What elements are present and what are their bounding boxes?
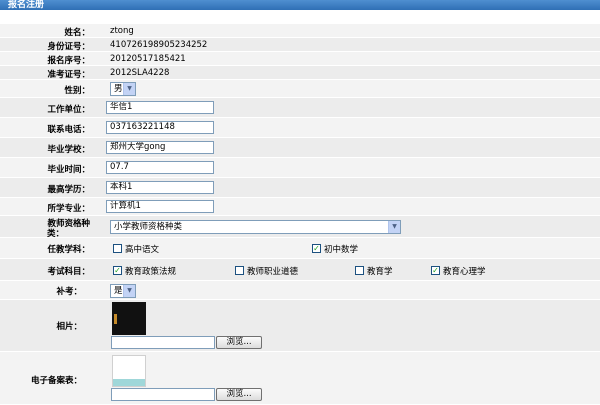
row-cert-type: 教师资格种 类： 小学教师资格种类 ▼ [0, 216, 600, 239]
chevron-down-icon: ▼ [388, 221, 400, 233]
subject-checkbox-0[interactable] [113, 244, 122, 253]
row-name: 姓名： ztong [0, 24, 600, 38]
work-unit-label: 工作单位： [47, 105, 90, 115]
grad-time-label: 毕业时间： [47, 165, 90, 175]
retake-select[interactable]: 是 ▼ [110, 284, 136, 298]
retake-label: 补考： [56, 287, 82, 297]
row-exam-subjects: 考试科目： ✓ 教育政策法规 教师职业道德 教育学 ✓ 教育心理学 [0, 259, 600, 281]
row-record-form: 电子备案表： 浏览... [0, 352, 600, 405]
row-gender: 性别： 男 ▼ [0, 80, 600, 98]
row-id-number: 身份证号： 410726198905234252 [0, 38, 600, 52]
row-subject: 任教学科： 高中语文 ✓ 初中数学 [0, 238, 600, 259]
phone-label: 联系电话： [47, 125, 90, 135]
photo-browse-button[interactable]: 浏览... [216, 336, 262, 349]
major-label: 所学专业： [47, 204, 90, 214]
reg-number-value: 20120517185421 [110, 54, 186, 64]
subject-checkbox-1[interactable]: ✓ [312, 244, 321, 253]
exam-subject-option-label: 教育学 [367, 267, 393, 277]
photo-thumbnail [112, 302, 146, 335]
exam-subject-checkbox-1[interactable] [235, 266, 244, 275]
subject-option-label: 初中数学 [324, 245, 359, 255]
subject-label: 任教学科： [47, 245, 90, 255]
id-number-value: 410726198905234252 [110, 40, 208, 50]
row-work-unit: 工作单位： 华信1 [0, 98, 600, 118]
row-school: 毕业学校： 郑州大学gong [0, 138, 600, 158]
row-exam-number: 准考证号： 2012SLA4228 [0, 66, 600, 80]
exam-subjects-label: 考试科目： [47, 267, 90, 277]
phone-input[interactable]: 037163221148 [106, 121, 214, 134]
education-input[interactable]: 本科1 [106, 181, 214, 194]
exam-subject-checkbox-0[interactable]: ✓ [113, 266, 122, 275]
exam-subject-option-label: 教育政策法规 [125, 267, 177, 277]
id-number-label: 身份证号： [47, 42, 90, 52]
chevron-down-icon: ▼ [123, 83, 135, 95]
name-label: 姓名： [64, 28, 90, 38]
record-form-file-input[interactable] [111, 388, 215, 401]
row-reg-number: 报名序号： 20120517185421 [0, 52, 600, 66]
work-unit-input[interactable]: 华信1 [106, 101, 214, 114]
gender-label: 性别： [64, 86, 90, 96]
subject-option-label: 高中语文 [125, 245, 160, 255]
exam-subject-option-label: 教师职业道德 [247, 267, 299, 277]
row-major: 所学专业： 计算机1 [0, 198, 600, 216]
exam-subject-option-label: 教育心理学 [443, 267, 486, 277]
grad-time-input[interactable]: 07.7 [106, 161, 214, 174]
education-label: 最高学历： [47, 185, 90, 195]
exam-number-value: 2012SLA4228 [110, 68, 170, 78]
name-value: ztong [110, 26, 134, 36]
row-grad-time: 毕业时间： 07.7 [0, 158, 600, 178]
chevron-down-icon: ▼ [123, 285, 135, 297]
cert-type-select[interactable]: 小学教师资格种类 ▼ [110, 220, 401, 234]
gender-select[interactable]: 男 ▼ [110, 82, 136, 96]
reg-number-label: 报名序号： [47, 56, 90, 66]
row-photo: 相片： 浏览... [0, 300, 600, 352]
row-phone: 联系电话： 037163221148 [0, 118, 600, 138]
photo-file-input[interactable] [111, 336, 215, 349]
photo-label: 相片： [56, 322, 82, 332]
school-label: 毕业学校： [47, 145, 90, 155]
form-title: 报名注册 [0, 0, 600, 10]
exam-subject-checkbox-2[interactable] [355, 266, 364, 275]
retake-select-value: 是 [114, 286, 123, 296]
gender-select-value: 男 [114, 84, 123, 94]
record-form-label: 电子备案表： [30, 376, 82, 386]
record-form-thumbnail [112, 355, 146, 387]
school-input[interactable]: 郑州大学gong [106, 141, 214, 154]
major-input[interactable]: 计算机1 [106, 200, 214, 213]
row-retake: 补考： 是 ▼ [0, 281, 600, 300]
cert-type-select-value: 小学教师资格种类 [114, 222, 183, 232]
exam-subject-checkbox-3[interactable]: ✓ [431, 266, 440, 275]
row-education: 最高学历： 本科1 [0, 178, 600, 198]
exam-number-label: 准考证号： [47, 70, 90, 80]
record-form-browse-button[interactable]: 浏览... [216, 388, 262, 401]
